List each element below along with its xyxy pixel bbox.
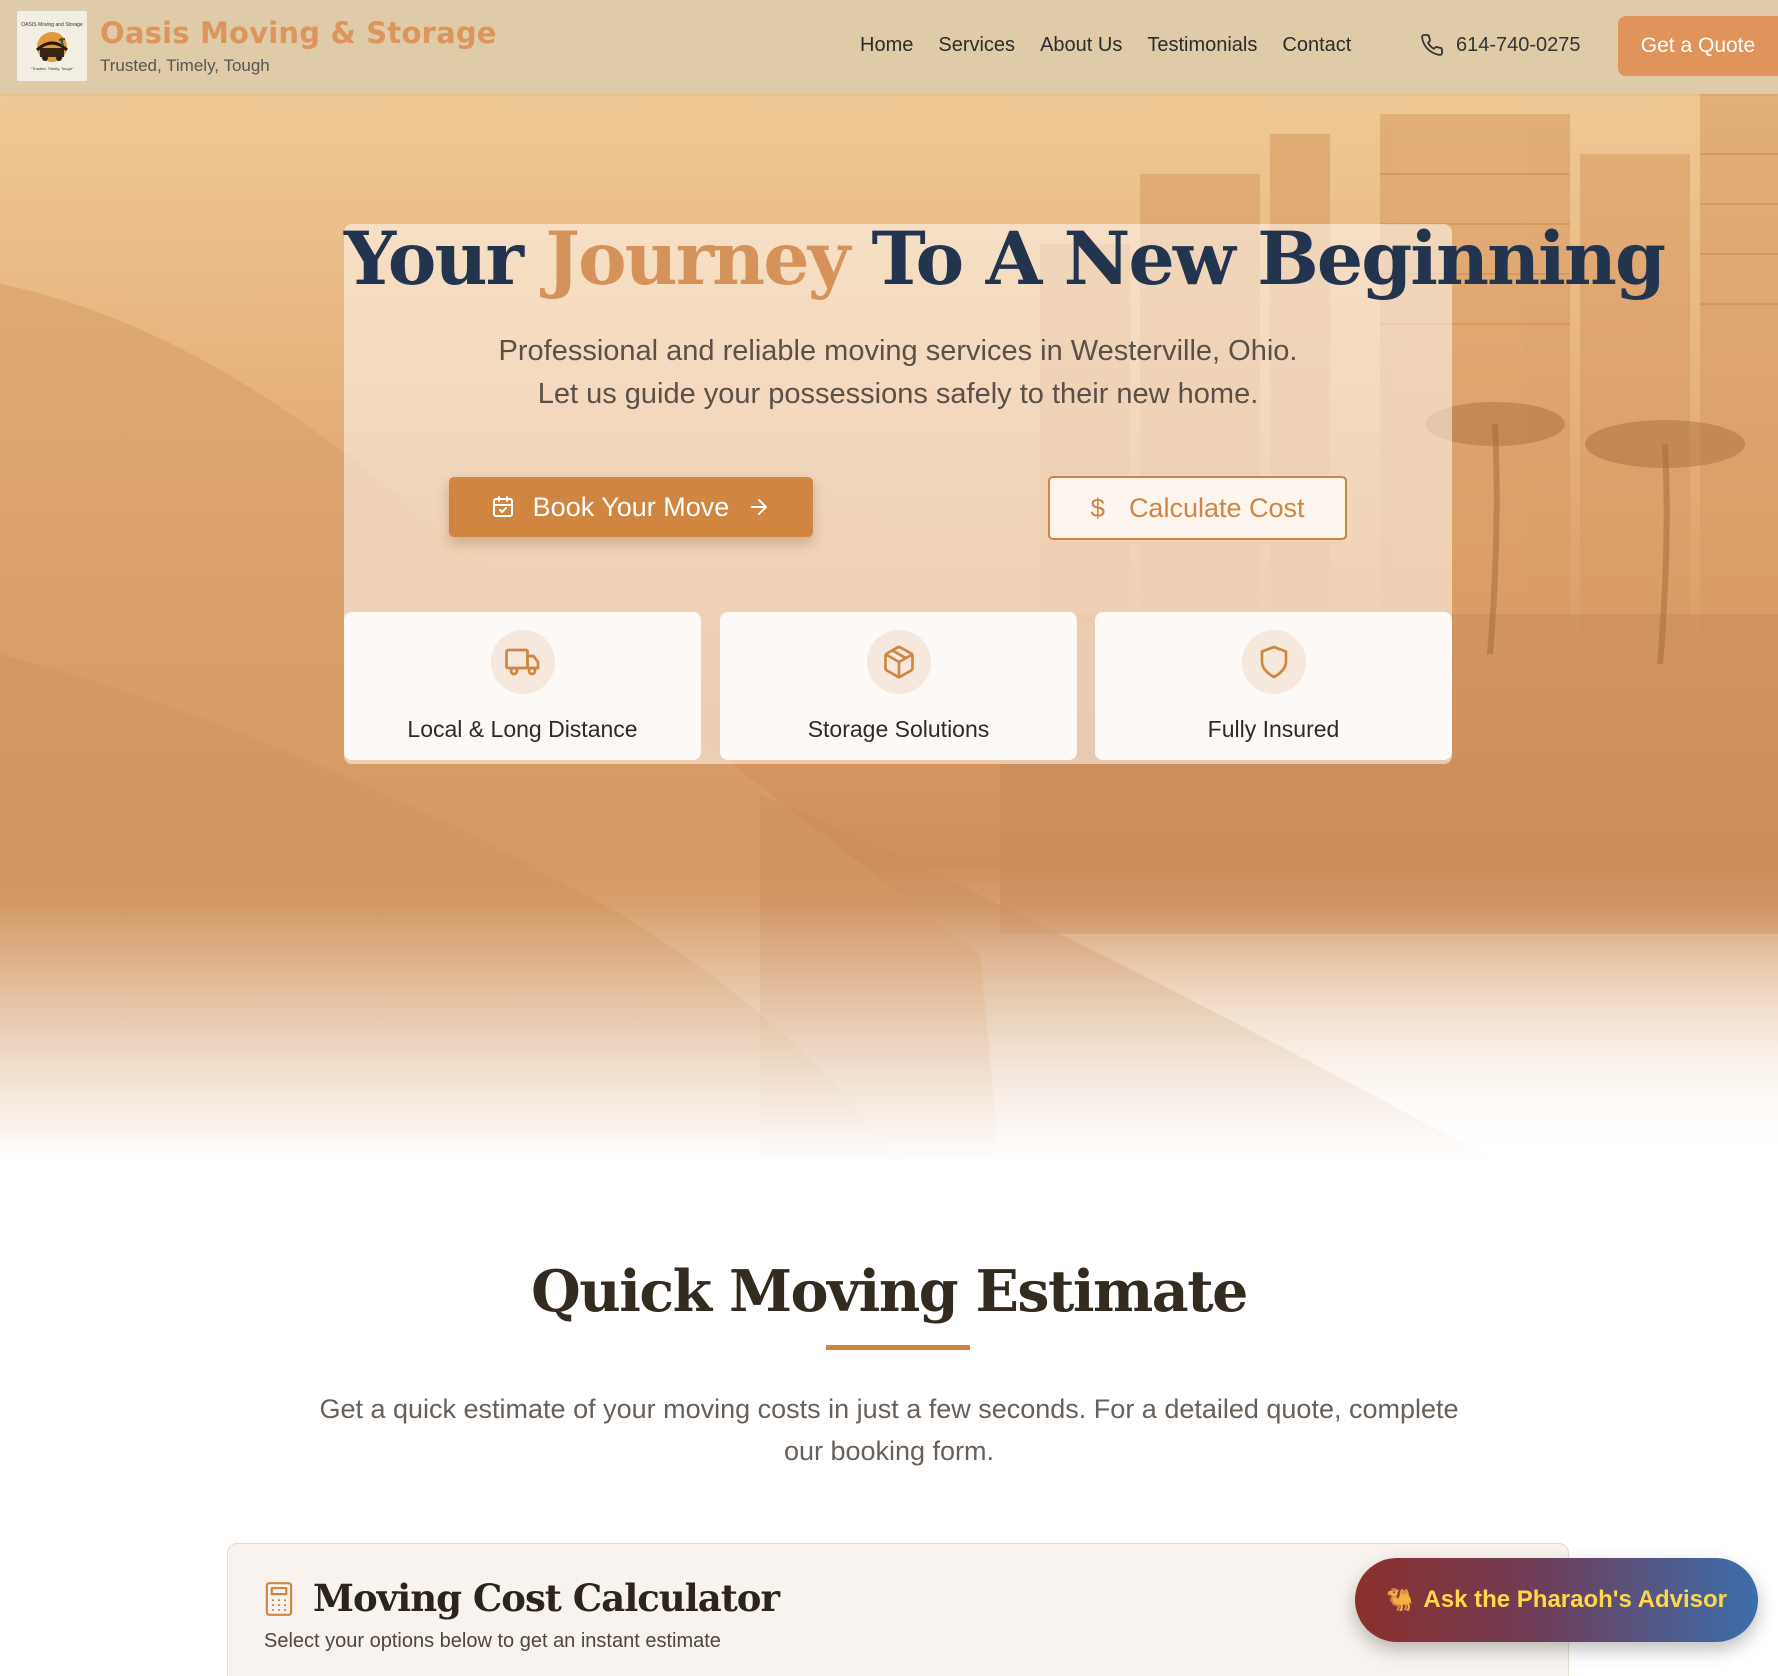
book-your-move-button[interactable]: Book Your Move [449,477,813,537]
shield-icon [1260,645,1287,679]
company-logo[interactable]: OASIS Moving and Storage "Trusted, Timel… [16,10,88,82]
feature-label: Local & Long Distance [407,716,638,742]
estimate-description: Get a quick estimate of your moving cost… [319,1394,1459,1466]
nav-services[interactable]: Services [938,34,1015,57]
hero-subtitle-line1: Professional and reliable moving service… [498,335,1298,367]
feature-card-fully-insured: Fully Insured [1095,612,1452,760]
site-header: OASIS Moving and Storage "Trusted, Timel… [0,0,1778,94]
section-divider [826,1345,970,1350]
feature-icon-wrap [866,630,931,694]
hero-title-accent: Journey [545,216,850,302]
phone-number: 614-740-0275 [1456,33,1581,56]
logo-emblem-icon [35,31,69,62]
feature-card-local-long-distance: Local & Long Distance [344,612,701,760]
dollar-icon: $ [1090,492,1105,523]
feature-label: Fully Insured [1207,716,1340,742]
calculator-icon [265,1582,293,1616]
brand-tagline: Trusted, Timely, Tough [100,56,270,75]
main-nav: Home Services About Us Testimonials Cont… [860,34,1351,57]
advisor-label: Ask the Pharaoh's Advisor [1423,1586,1727,1613]
get-a-quote-button[interactable]: Get a Quote [1618,16,1778,76]
brand-name[interactable]: Oasis Moving & Storage [100,16,497,50]
camel-icon: 🐫 [1386,1587,1414,1612]
estimate-section-title: Quick Moving Estimate [531,1258,1248,1325]
phone-icon [1421,34,1443,56]
hero-subtitle: Professional and reliable moving service… [344,330,1452,416]
nav-testimonials[interactable]: Testimonials [1147,34,1257,57]
calendar-icon [492,496,513,517]
hero-section: Your Journey To A New Beginning Professi… [0,94,1778,1164]
nav-about-us[interactable]: About Us [1040,34,1122,57]
logo-text-top: OASIS Moving and Storage [21,21,83,28]
nav-home[interactable]: Home [860,34,913,57]
calculate-cost-button[interactable]: $ Calculate Cost [1048,476,1347,540]
calculator-subtitle: Select your options below to get an inst… [264,1630,721,1652]
hero-title-part2: To A New Beginning [871,216,1666,302]
brand: Oasis Moving & Storage Trusted, Timely, … [100,16,497,76]
truck-icon [504,648,539,676]
feature-icon-wrap [1241,630,1306,694]
calculate-cost-label: Calculate Cost [1128,492,1305,523]
hero-title: Your Journey To A New Beginning [344,216,1666,302]
nav-contact[interactable]: Contact [1282,34,1351,57]
calculator-title: Moving Cost Calculator [313,1576,780,1620]
feature-card-storage-solutions: Storage Solutions [720,612,1077,760]
hero-bottom-fade [0,904,1778,1164]
hero-title-part1: Your [344,216,524,302]
feature-label: Storage Solutions [807,716,990,742]
phone-link[interactable]: 614-740-0275 [1420,33,1581,57]
package-icon [883,645,914,679]
feature-icon-wrap [490,630,555,694]
arrow-right-icon [751,499,768,515]
book-your-move-label: Book Your Move [532,491,730,522]
hero-subtitle-line2: Let us guide your possessions safely to … [537,378,1259,410]
ask-advisor-button[interactable]: 🐫 Ask the Pharaoh's Advisor [1355,1558,1758,1642]
logo-text-bottom: "Trusted, Timely, Tough" [30,65,74,71]
